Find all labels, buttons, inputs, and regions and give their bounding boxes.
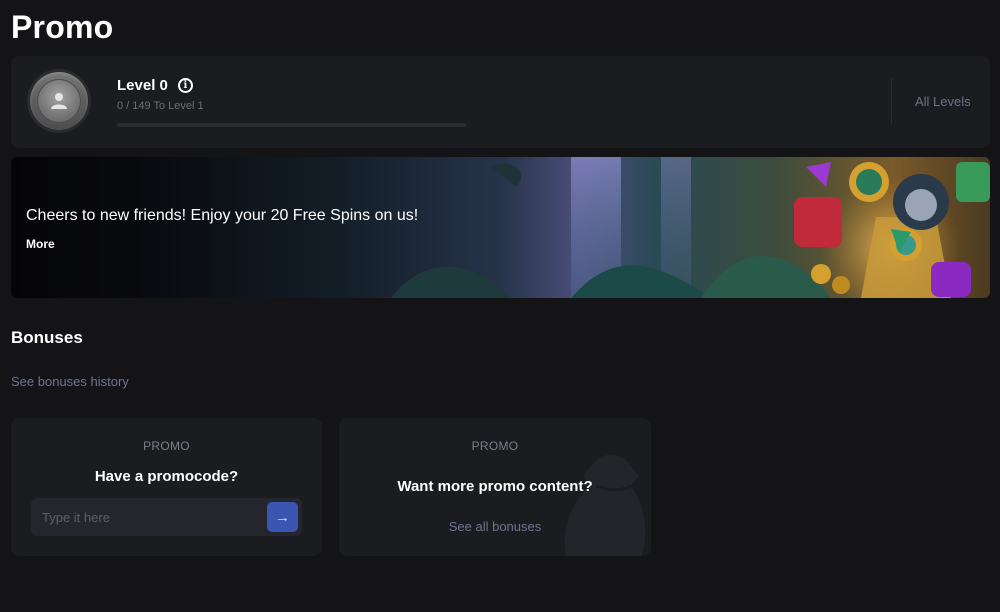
- bonuses-history-link[interactable]: See bonuses history: [11, 374, 129, 389]
- promo-content-card: PROMO Want more promo content? See all b…: [339, 418, 651, 556]
- all-levels-link[interactable]: All Levels: [915, 94, 971, 109]
- banner-artwork: [391, 157, 990, 298]
- user-badge-icon: [37, 79, 81, 123]
- promocode-submit-button[interactable]: →: [267, 502, 298, 532]
- promocode-card-heading: Have a promocode?: [94, 468, 239, 485]
- info-icon[interactable]: i: [177, 78, 193, 93]
- promocode-input-group: →: [31, 498, 302, 536]
- level-progress-bar: [117, 123, 466, 127]
- banner-text: Cheers to new friends! Enjoy your 20 Fre…: [26, 207, 419, 224]
- level-avatar: [30, 72, 88, 130]
- level-title-row: Level 0 i: [117, 77, 193, 94]
- promo-content-card-label: PROMO: [471, 439, 519, 453]
- promo-banner[interactable]: Cheers to new friends! Enjoy your 20 Fre…: [11, 157, 990, 298]
- bonuses-title: Bonuses: [11, 328, 83, 347]
- level-title: Level 0: [117, 77, 168, 94]
- level-progress-text: 0 / 149 To Level 1: [117, 100, 204, 112]
- gift-bag-icon: [564, 454, 646, 556]
- promocode-input[interactable]: [31, 498, 261, 536]
- page-title: Promo: [11, 9, 114, 45]
- see-all-bonuses-link[interactable]: See all bonuses: [339, 519, 651, 534]
- arrow-right-icon: →: [275, 508, 290, 526]
- level-divider: [891, 78, 892, 124]
- promo-content-card-heading: Want more promo content?: [397, 478, 593, 495]
- level-card: Level 0 i 0 / 149 To Level 1 All Levels: [11, 56, 990, 148]
- banner-more-link[interactable]: More: [26, 237, 55, 251]
- promocode-card-label: PROMO: [143, 439, 190, 453]
- promocode-card: PROMO Have a promocode? →: [11, 418, 322, 556]
